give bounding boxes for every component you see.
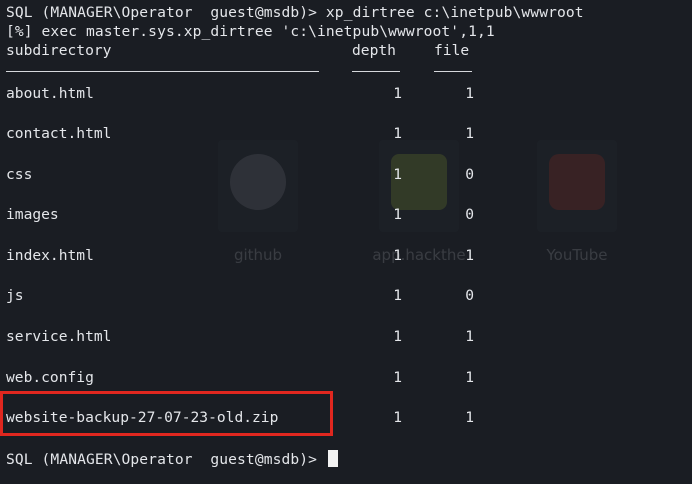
row-name: web.config: [6, 369, 94, 386]
row-depth: 1: [393, 125, 402, 142]
input-line[interactable]: SQL (MANAGER\Operator guest@msdb)>: [6, 450, 338, 469]
shortcut-label: YouTube: [546, 246, 608, 264]
row-depth: 1: [393, 206, 402, 223]
command-line: SQL (MANAGER\Operator guest@msdb)> xp_di…: [6, 4, 584, 22]
row-depth: 1: [393, 328, 402, 345]
row-file: 1: [465, 85, 474, 102]
column-header-file: file: [434, 42, 470, 59]
cursor[interactable]: [327, 450, 338, 467]
shortcut-youtube: YouTube: [527, 140, 627, 275]
prompt: SQL (MANAGER\Operator guest@msdb)>: [6, 451, 318, 468]
row-file: 1: [465, 247, 474, 264]
row-depth: 1: [393, 287, 402, 304]
row-depth: 1: [393, 247, 402, 264]
command-text: xp_dirtree c:\inetpub\wwwroot: [325, 4, 584, 21]
row-file: 0: [465, 287, 474, 304]
prompt: SQL (MANAGER\Operator guest@msdb)>: [6, 4, 318, 21]
youtube-icon: [549, 154, 605, 210]
terminal-window[interactable]: github app.hackthe YouTube SQL (MANAGER\…: [0, 0, 692, 484]
highlight-box: [0, 391, 333, 436]
exec-line: [%] exec master.sys.xp_dirtree 'c:\inetp…: [6, 23, 495, 40]
shortcut-github: github: [208, 140, 308, 275]
row-file: 1: [465, 409, 474, 426]
column-header-subdirectory: subdirectory: [6, 42, 112, 59]
header-underline-subdirectory: [6, 71, 319, 72]
row-name: index.html: [6, 247, 94, 264]
header-underline-file: [434, 71, 472, 72]
row-name: images: [6, 206, 59, 223]
row-name: about.html: [6, 85, 94, 102]
row-file: 0: [465, 166, 474, 183]
shortcut-label: github: [233, 246, 283, 264]
row-file: 1: [465, 369, 474, 386]
row-name: service.html: [6, 328, 112, 345]
row-name: contact.html: [6, 125, 112, 142]
row-depth: 1: [393, 369, 402, 386]
row-name: js: [6, 287, 24, 304]
row-name: css: [6, 166, 33, 183]
row-depth: 1: [393, 85, 402, 102]
row-file: 1: [465, 328, 474, 345]
row-file: 1: [465, 125, 474, 142]
github-icon: [230, 154, 286, 210]
row-depth: 1: [393, 409, 402, 426]
row-depth: 1: [393, 166, 402, 183]
header-underline-depth: [352, 71, 400, 72]
row-file: 0: [465, 206, 474, 223]
column-header-depth: depth: [352, 42, 396, 59]
